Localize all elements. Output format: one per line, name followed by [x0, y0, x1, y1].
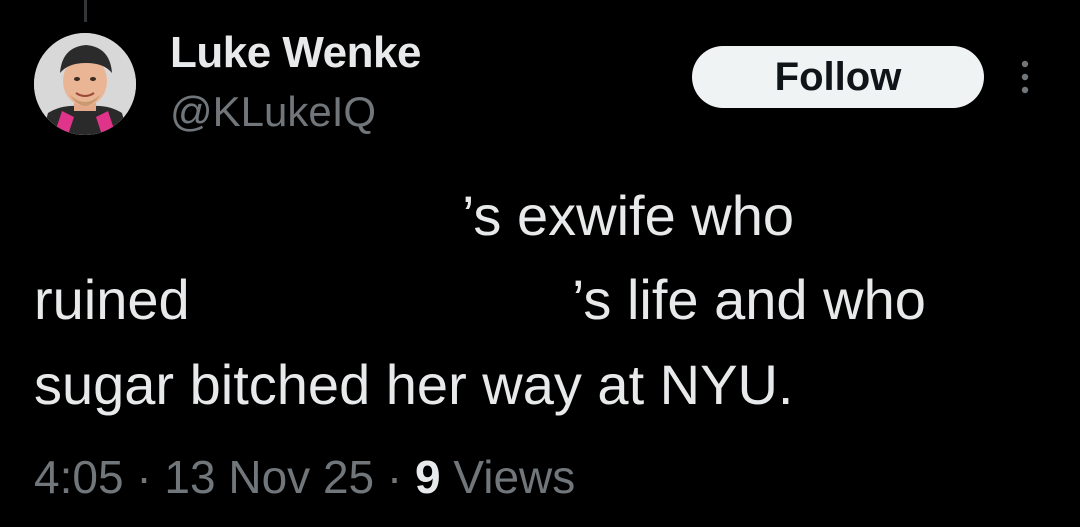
- tweet-text-segment: ’s exwife who: [462, 184, 795, 247]
- avatar[interactable]: [34, 33, 136, 135]
- tweet-text-segment: ’s life and who: [572, 268, 926, 331]
- more-vertical-icon[interactable]: [1010, 55, 1040, 99]
- thread-connector-line: [84, 0, 87, 22]
- tweet-meta: 4:05 · 13 Nov 25 · 9 Views: [34, 450, 575, 504]
- views-label[interactable]: Views: [453, 451, 575, 503]
- author-display-name[interactable]: Luke Wenke: [170, 28, 421, 78]
- follow-button[interactable]: Follow: [692, 46, 984, 108]
- tweet-text-segment: ruined: [34, 268, 190, 331]
- avatar-image: [34, 33, 136, 135]
- tweet-time[interactable]: 4:05: [34, 451, 124, 503]
- author-handle[interactable]: @KLukeIQ: [170, 88, 376, 136]
- tweet-date[interactable]: 13 Nov 25: [164, 451, 374, 503]
- tweet-text-segment: sugar bitched her way at NYU.: [34, 353, 794, 416]
- views-count[interactable]: 9: [415, 451, 441, 503]
- meta-separator: ·: [136, 451, 152, 503]
- meta-separator: ·: [386, 451, 403, 503]
